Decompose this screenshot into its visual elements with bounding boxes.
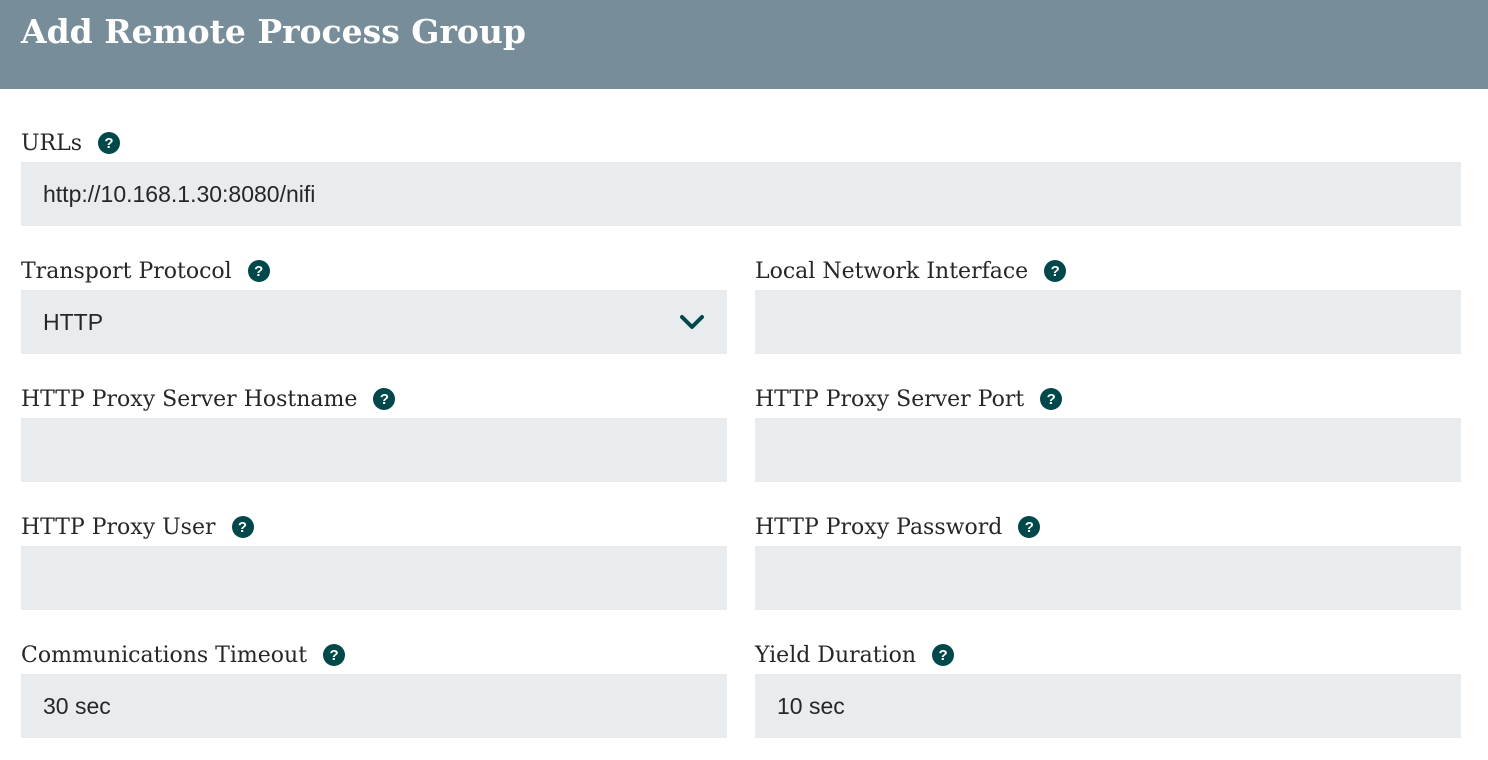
transport-protocol-select[interactable]: HTTP	[21, 290, 727, 354]
communications-timeout-input[interactable]	[21, 674, 727, 738]
dialog-title: Add Remote Process Group	[21, 12, 526, 51]
proxy-password-field: HTTP Proxy Password ?	[755, 512, 1461, 611]
yield-duration-input[interactable]	[755, 674, 1461, 738]
urls-field: URLs ?	[21, 128, 1461, 227]
question-circle-icon[interactable]: ?	[373, 388, 396, 410]
proxy-password-label: HTTP Proxy Password	[755, 514, 1003, 540]
question-circle-icon[interactable]: ?	[98, 132, 121, 154]
transport-protocol-selected-value: HTTP	[43, 308, 104, 335]
question-circle-icon[interactable]: ?	[932, 644, 955, 666]
proxy-port-label: HTTP Proxy Server Port	[755, 386, 1025, 412]
proxy-port-input[interactable]	[755, 418, 1461, 482]
urls-input[interactable]	[21, 162, 1461, 226]
proxy-hostname-label: HTTP Proxy Server Hostname	[21, 386, 358, 412]
question-circle-icon[interactable]: ?	[1044, 260, 1067, 282]
question-circle-icon[interactable]: ?	[1018, 516, 1041, 538]
local-network-interface-input[interactable]	[755, 290, 1461, 354]
chevron-down-icon	[679, 313, 705, 331]
proxy-hostname-input[interactable]	[21, 418, 727, 482]
proxy-user-label: HTTP Proxy User	[21, 514, 216, 540]
question-circle-icon[interactable]: ?	[231, 516, 254, 538]
yield-duration-label: Yield Duration	[755, 642, 917, 668]
proxy-hostname-field: HTTP Proxy Server Hostname ?	[21, 384, 727, 483]
communications-timeout-label: Communications Timeout	[21, 642, 308, 668]
proxy-user-field: HTTP Proxy User ?	[21, 512, 727, 611]
question-circle-icon[interactable]: ?	[247, 260, 270, 282]
transport-protocol-field: Transport Protocol ? HTTP	[21, 256, 727, 355]
urls-label: URLs	[21, 130, 83, 156]
question-circle-icon[interactable]: ?	[323, 644, 346, 666]
dialog-header: Add Remote Process Group	[0, 0, 1488, 89]
proxy-password-input[interactable]	[755, 546, 1461, 610]
question-circle-icon[interactable]: ?	[1040, 388, 1063, 410]
communications-timeout-field: Communications Timeout ?	[21, 640, 727, 739]
proxy-user-input[interactable]	[21, 546, 727, 610]
local-network-interface-field: Local Network Interface ?	[755, 256, 1461, 355]
proxy-port-field: HTTP Proxy Server Port ?	[755, 384, 1461, 483]
yield-duration-field: Yield Duration ?	[755, 640, 1461, 739]
local-network-interface-label: Local Network Interface	[755, 258, 1029, 284]
transport-protocol-label: Transport Protocol	[21, 258, 232, 284]
